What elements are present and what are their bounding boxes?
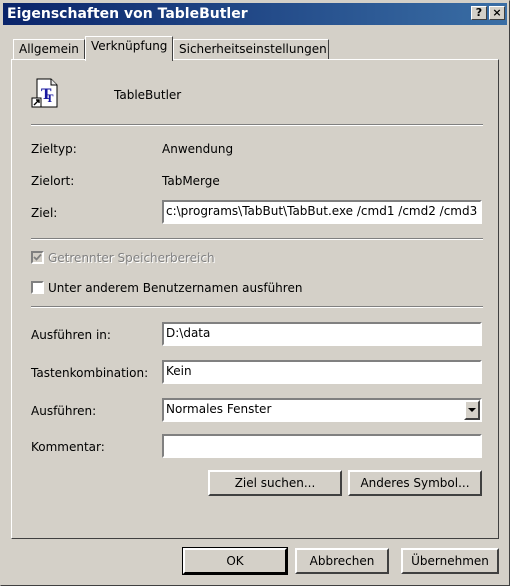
chevron-down-icon (468, 408, 476, 412)
run-select[interactable]: Normales Fenster (162, 398, 482, 422)
properties-dialog: Eigenschaften von TableButler ? × Allgem… (0, 0, 510, 586)
separate-memory-checkbox[interactable] (31, 251, 44, 264)
start-in-field[interactable]: D:\data (162, 322, 482, 346)
divider (31, 306, 483, 308)
hotkey-label: Tastenkombination: (31, 366, 149, 380)
run-as-checkbox[interactable] (31, 281, 44, 294)
ziel-field[interactable]: c:\programs\TabBut\TabBut.exe /cmd1 /cmd… (162, 200, 482, 224)
separate-memory-label: Getrennter Speicherbereich (48, 251, 215, 265)
tab-allgemein[interactable]: Allgemein (13, 39, 85, 59)
hotkey-field[interactable]: Kein (162, 360, 482, 384)
find-target-button[interactable]: Ziel suchen... (208, 470, 342, 496)
run-select-value: Normales Fenster (166, 402, 272, 416)
zieltyp-value: Anwendung (162, 142, 234, 156)
cancel-button[interactable]: Abbrechen (295, 548, 389, 574)
tab-label: Sicherheitseinstellungen (179, 42, 327, 56)
window-title: Eigenschaften von TableButler (7, 6, 248, 22)
comment-label: Kommentar: (31, 440, 105, 454)
run-label: Ausführen: (31, 404, 97, 418)
start-in-label: Ausführen in: (31, 328, 111, 342)
tab-sicherheitseinstellungen[interactable]: Sicherheitseinstellungen (173, 39, 329, 59)
tab-panel (11, 59, 499, 539)
tab-label: Allgemein (19, 42, 79, 56)
shortcut-name: TableButler (114, 88, 182, 102)
ok-button[interactable]: OK (182, 547, 288, 575)
zieltyp-label: Zieltyp: (31, 142, 77, 156)
tablebutler-shortcut-icon: T T (31, 77, 61, 109)
zielort-value: TabMerge (162, 174, 220, 188)
close-button[interactable]: × (489, 6, 505, 20)
svg-text:T: T (46, 94, 54, 105)
run-as-label[interactable]: Unter anderem Benutzernamen ausführen (48, 281, 302, 295)
dropdown-arrow-button[interactable] (464, 400, 480, 420)
zielort-label: Zielort: (31, 174, 75, 188)
tab-verknuepfung[interactable]: Verknüpfung (85, 36, 173, 61)
change-icon-button[interactable]: Anderes Symbol... (348, 470, 482, 496)
tab-label: Verknüpfung (91, 39, 168, 53)
divider (31, 238, 483, 240)
comment-field[interactable] (162, 434, 482, 458)
divider (31, 124, 483, 126)
help-button[interactable]: ? (471, 6, 487, 20)
apply-button[interactable]: Übernehmen (401, 548, 499, 574)
ziel-label: Ziel: (31, 206, 58, 220)
check-icon (33, 253, 42, 261)
title-bar[interactable]: Eigenschaften von TableButler (3, 3, 507, 25)
